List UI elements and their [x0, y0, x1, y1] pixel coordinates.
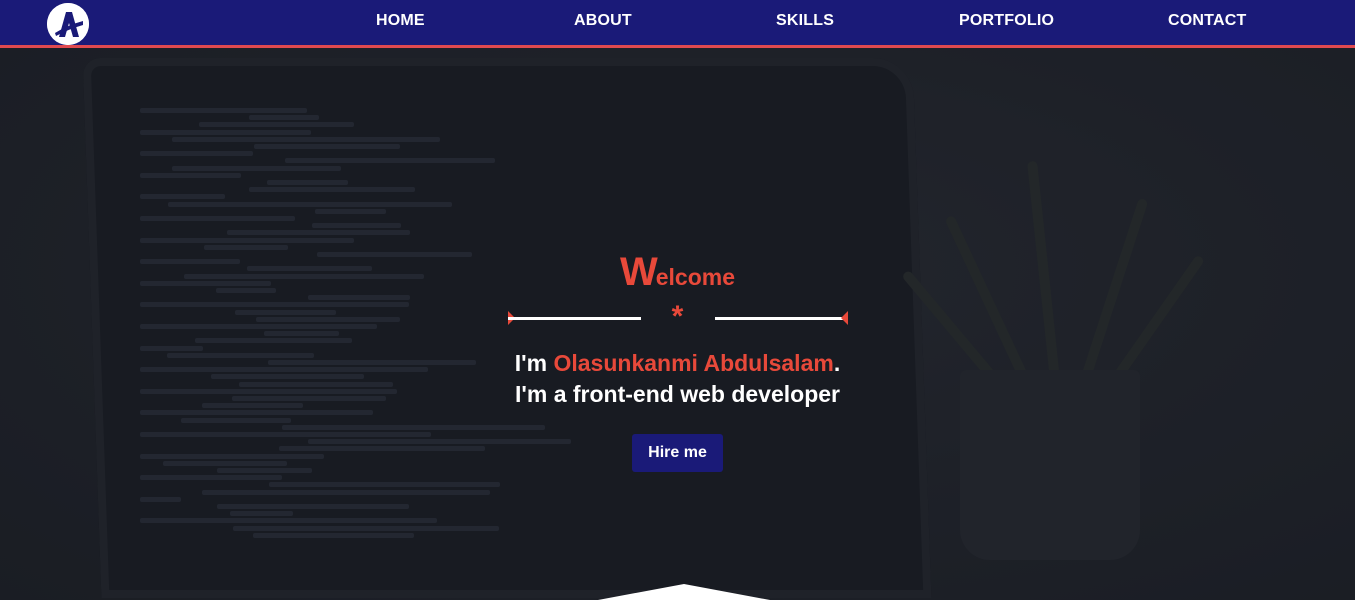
nav-skills-link[interactable]: SKILLS [776, 12, 834, 30]
divider-right-line [714, 317, 848, 320]
developer-name: Olasunkanmi Abdulsalam [553, 350, 834, 376]
nav-about-link[interactable]: ABOUT [574, 12, 632, 30]
nav-portfolio-link[interactable]: PORTFOLIO [959, 12, 1054, 30]
section-divider-arrow [598, 584, 770, 600]
hire-me-button[interactable]: Hire me [632, 434, 723, 472]
welcome-initial: W [619, 250, 658, 294]
intro-name-line: I'm Olasunkanmi Abdulsalam. [0, 348, 1355, 379]
intro-suffix: . [833, 350, 841, 376]
top-navbar: HOME ABOUT SKILLS PORTFOLIO CONTACT [0, 0, 1355, 48]
divider-right-arrow-icon [840, 311, 848, 325]
intro-prefix: I'm [514, 350, 554, 376]
asterisk-icon: * [671, 300, 684, 333]
nav-contact-link[interactable]: CONTACT [1168, 12, 1246, 30]
intro-role-line: I'm a front-end web developer [515, 381, 840, 407]
welcome-rest: elcome [655, 264, 736, 290]
intro-text: I'm Olasunkanmi Abdulsalam. I'm a front-… [0, 348, 1355, 410]
nav-menu: HOME ABOUT SKILLS PORTFOLIO CONTACT [0, 0, 1355, 45]
nav-home-link[interactable]: HOME [376, 12, 425, 30]
welcome-heading: Welcome [0, 250, 1355, 302]
hero-content: Welcome * I'm Olasunkanmi Abdulsalam. I'… [0, 250, 1355, 472]
divider-left-line [507, 317, 641, 320]
decorative-divider: * [507, 300, 848, 334]
